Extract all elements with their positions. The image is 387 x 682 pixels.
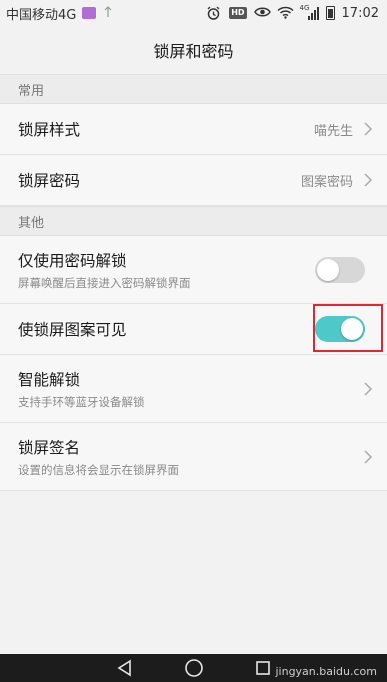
row-title: 锁屏密码	[18, 172, 81, 190]
chevron-right-icon	[363, 381, 373, 397]
watermark: jingyan.baidu.com	[275, 665, 377, 678]
chevron-right-icon	[363, 121, 373, 137]
notification-icon	[82, 7, 97, 19]
section-header-common: 常用	[0, 74, 387, 104]
row-value: 喵先生	[313, 123, 353, 139]
home-icon[interactable]	[184, 658, 204, 678]
password-only-toggle[interactable]	[315, 256, 365, 283]
smart-unlock-row[interactable]: 智能解锁 支持手环等蓝牙设备解锁	[0, 355, 387, 423]
highlight-box	[313, 304, 383, 352]
lockscreen-signature-row[interactable]: 锁屏签名 设置的信息将会显示在锁屏界面	[0, 423, 387, 491]
row-title: 锁屏样式	[18, 121, 81, 139]
chevron-right-icon	[363, 172, 373, 188]
row-subtitle: 支持手环等蓝牙设备解锁	[18, 394, 145, 409]
eye-icon	[253, 6, 271, 20]
section-header-other: 其他	[0, 206, 387, 236]
alarm-icon	[206, 6, 222, 20]
status-bar: 中国移动4G HD 4G 17:02	[0, 0, 387, 26]
row-title: 锁屏签名	[18, 438, 81, 457]
clock: 17:02	[341, 5, 379, 21]
password-only-unlock-row[interactable]: 仅使用密码解锁 屏幕唤醒后直接进入密码解锁界面	[0, 236, 387, 304]
row-subtitle: 设置的信息将会显示在锁屏界面	[18, 462, 179, 477]
network-type-label: 4G	[299, 4, 310, 12]
recents-icon[interactable]	[253, 658, 273, 678]
signal-icon: 4G	[299, 4, 319, 20]
pattern-visible-row[interactable]: 使锁屏图案可见	[0, 304, 387, 355]
hd-icon: HD	[229, 7, 247, 19]
back-icon[interactable]	[115, 658, 135, 678]
lockscreen-password-row[interactable]: 锁屏密码 图案密码	[0, 155, 387, 206]
row-title: 使锁屏图案可见	[18, 321, 127, 339]
row-title: 仅使用密码解锁	[18, 251, 127, 270]
lockscreen-style-row[interactable]: 锁屏样式 喵先生	[0, 104, 387, 155]
usb-icon	[102, 6, 118, 20]
chevron-right-icon	[363, 449, 373, 465]
carrier-label: 中国移动4G	[6, 7, 77, 23]
toggle-knob	[317, 258, 339, 281]
page-title: 锁屏和密码	[0, 26, 387, 74]
wifi-icon	[277, 6, 294, 20]
row-title: 智能解锁	[18, 370, 81, 389]
row-subtitle: 屏幕唤醒后直接进入密码解锁界面	[18, 275, 191, 290]
row-value: 图案密码	[300, 174, 353, 190]
battery-icon	[325, 6, 335, 20]
